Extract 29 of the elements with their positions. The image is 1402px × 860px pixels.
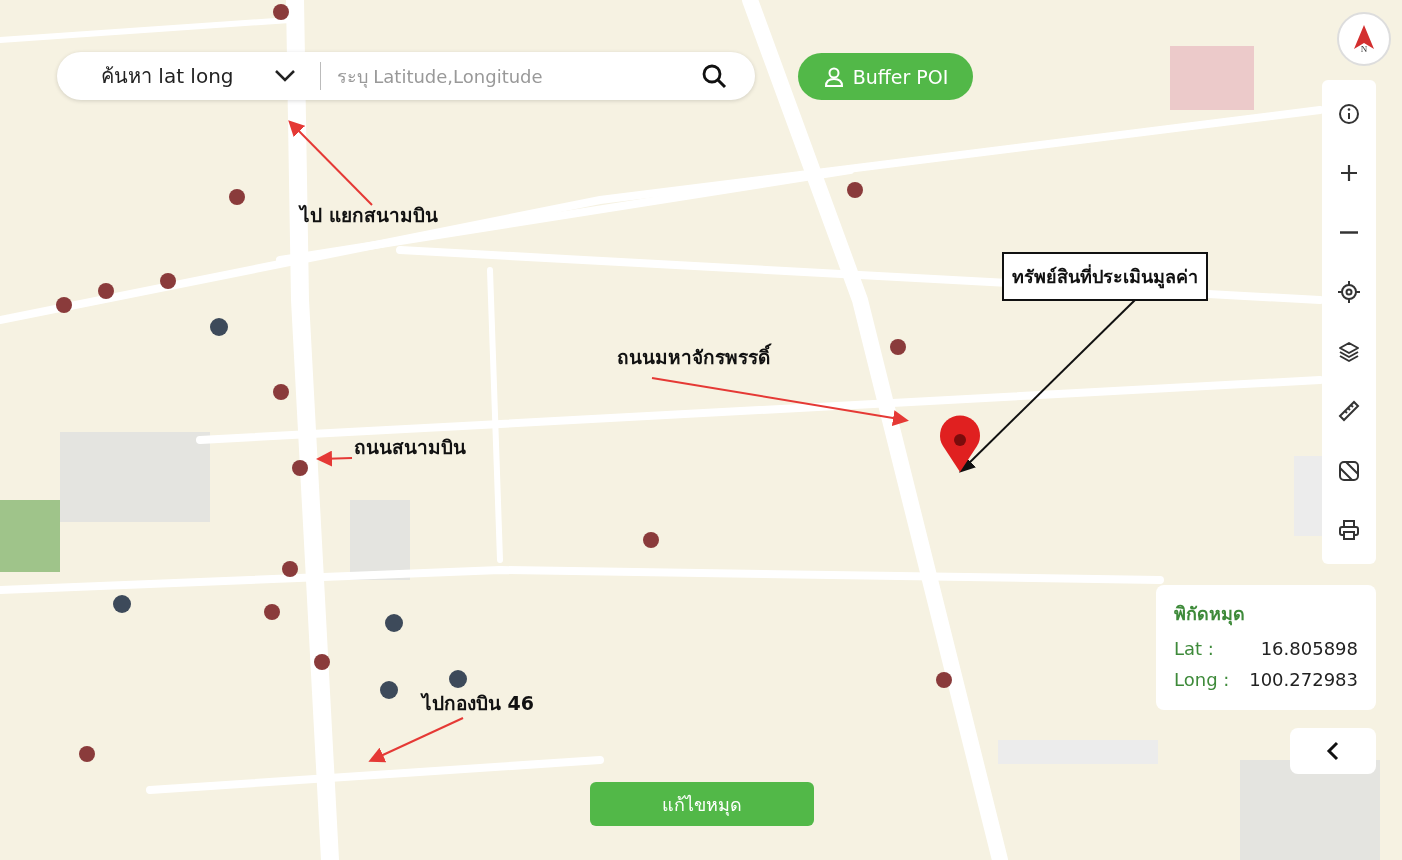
coordinate-label: Lat : — [1174, 638, 1214, 659]
collapse-button[interactable] — [1290, 728, 1376, 774]
chevron-down-icon — [273, 69, 296, 83]
chevron-left-icon — [1326, 741, 1340, 761]
print-icon — [1337, 518, 1361, 543]
search-field[interactable]: ค้นหา lat long ระบุ Latitude,Longitude — [57, 52, 755, 100]
coordinate-value: 100.272983 — [1249, 669, 1358, 690]
north-arrow-icon — [1353, 24, 1375, 50]
ruler-icon — [1337, 399, 1361, 424]
annotation-label: ไป แยกสนามบิน — [300, 203, 438, 228]
coordinate-value: 16.805898 — [1260, 638, 1358, 659]
search-icon — [701, 63, 727, 89]
arrow — [316, 450, 353, 467]
layers-icon — [1337, 339, 1361, 364]
search-button[interactable] — [701, 63, 727, 89]
annotation-label: ไปกองบิน 46 — [422, 691, 535, 716]
info-icon — [1337, 101, 1361, 126]
locate-icon — [1337, 280, 1361, 305]
callout-label: ทรัพย์สินที่ประเมินมูลค่า — [1002, 252, 1208, 301]
search-mode-dropdown[interactable]: ค้นหา lat long — [57, 52, 320, 100]
annotation-label: ถนนสนามบิน — [354, 435, 466, 460]
map-frame-icon — [1337, 458, 1361, 483]
person-icon — [822, 65, 845, 88]
coordinate-label: Long : — [1174, 669, 1230, 690]
panel-title: พิกัดหมุด — [1174, 602, 1246, 628]
locate-button[interactable] — [1336, 279, 1362, 306]
zoom-out-icon — [1340, 231, 1358, 235]
annotation-label: ถนนมหาจักรพรรดิ์ — [617, 342, 770, 372]
map-pin-icon — [940, 415, 980, 472]
